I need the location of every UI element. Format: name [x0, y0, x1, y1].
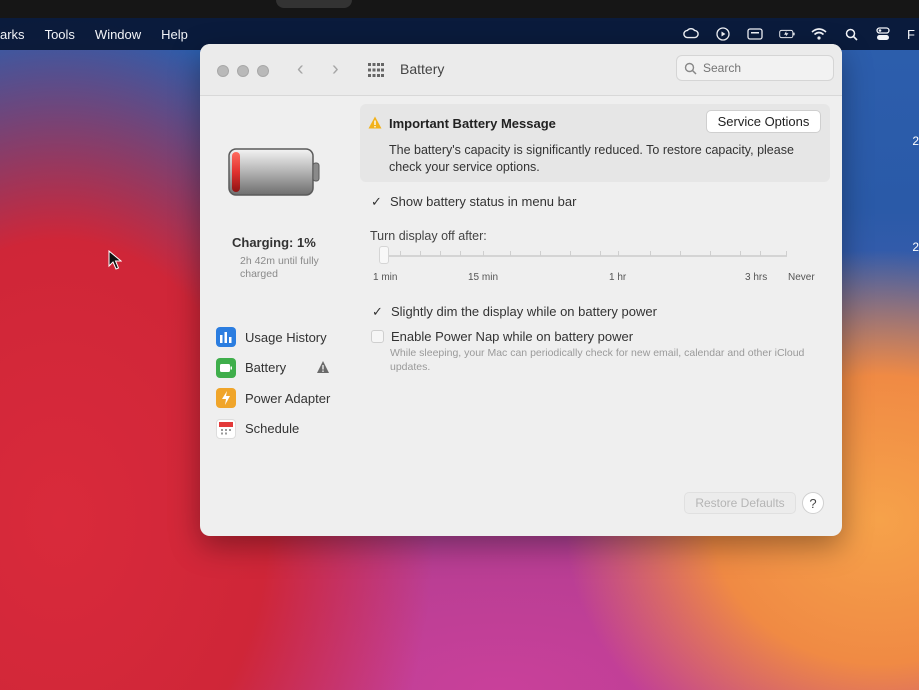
sidebar-item-label: Usage History [245, 329, 327, 345]
slider-tick [680, 251, 681, 256]
sidebar-item-battery[interactable]: Battery [216, 353, 346, 384]
power-nap-row[interactable]: Enable Power Nap while on battery power [371, 329, 633, 344]
play-icon[interactable] [715, 26, 731, 42]
service-options-button[interactable]: Service Options [706, 110, 821, 133]
help-button[interactable]: ? [802, 492, 824, 514]
creative-cloud-icon[interactable] [683, 26, 699, 42]
slider-tick [540, 251, 541, 256]
edge-number: 2 [912, 240, 919, 254]
slider-tick [400, 251, 401, 256]
slider-tick [760, 251, 761, 256]
show-all-grid-icon[interactable] [368, 63, 384, 77]
calendar-icon [216, 418, 236, 439]
sidebar: Usage History Battery Power Adapter Sche… [216, 322, 346, 444]
slider-tick [420, 251, 421, 256]
slider-tick [510, 251, 511, 256]
slider-label-never: Never [788, 272, 815, 283]
sidebar-item-label: Power Adapter [245, 390, 331, 406]
message-title: Important Battery Message [389, 116, 556, 131]
battery-fill [232, 152, 240, 192]
menu-item-help[interactable]: Help [161, 27, 188, 42]
power-nap-label: Enable Power Nap while on battery power [391, 329, 634, 344]
title-bar: ‹ › Battery [200, 44, 842, 96]
wifi-icon[interactable] [811, 26, 827, 42]
charging-status: Charging: 1% [232, 235, 316, 250]
forward-chevron-icon[interactable]: › [332, 58, 339, 81]
menu-item-window[interactable]: Window [95, 27, 141, 42]
spotlight-search-icon[interactable] [843, 26, 859, 42]
search-input[interactable] [703, 61, 823, 75]
sidebar-item-label: Schedule [245, 421, 300, 437]
slider-tick [570, 251, 571, 256]
turn-display-off-label: Turn display off after: [370, 229, 487, 243]
dim-display-label: Slightly dim the display while on batter… [391, 304, 657, 319]
display-menu-icon[interactable] [747, 26, 763, 42]
slider-tick [600, 251, 601, 256]
display-off-slider[interactable] [380, 255, 787, 257]
menu-item-tools[interactable]: Tools [45, 27, 75, 42]
back-chevron-icon[interactable]: ‹ [297, 58, 304, 81]
battery-icon [216, 357, 236, 378]
power-nap-checkbox[interactable] [371, 330, 384, 343]
battery-charging-icon[interactable] [779, 26, 795, 42]
menu-item-bookmarks[interactable]: arks [0, 27, 25, 42]
restore-defaults-button[interactable]: Restore Defaults [684, 492, 796, 514]
slider-label-15-min: 15 min [468, 272, 499, 283]
warning-icon [368, 116, 382, 129]
top-bezel [0, 0, 919, 18]
bar-chart-icon [216, 327, 236, 348]
search-icon [684, 62, 697, 75]
zoom-window-button[interactable] [257, 65, 269, 77]
camera-notch [276, 0, 352, 8]
slider-tick [460, 251, 461, 256]
show-status-label: Show battery status in menu bar [390, 194, 577, 209]
slider-tick [786, 251, 787, 256]
checkmark-icon[interactable]: ✓ [371, 305, 384, 318]
warning-icon [317, 360, 329, 373]
sidebar-item-power-adapter[interactable]: Power Adapter [216, 383, 346, 414]
edge-number: 2 [912, 134, 919, 148]
slider-tick [710, 251, 711, 256]
dim-display-row[interactable]: ✓ Slightly dim the display while on batt… [371, 304, 657, 319]
power-nap-description: While sleeping, your Mac can periodicall… [390, 347, 805, 373]
sidebar-item-schedule[interactable]: Schedule [216, 414, 346, 445]
slider-tick [650, 251, 651, 256]
message-body: The battery's capacity is significantly … [389, 143, 794, 174]
window-title: Battery [400, 61, 445, 77]
slider-label-1-hr: 1 hr [609, 272, 627, 283]
slider-knob[interactable] [379, 246, 389, 264]
search-field[interactable] [676, 55, 834, 81]
minimize-window-button[interactable] [237, 65, 249, 77]
slider-tick [618, 251, 619, 256]
close-window-button[interactable] [217, 65, 229, 77]
mouse-pointer-icon [108, 250, 122, 270]
slider-tick [440, 251, 441, 256]
control-center-icon[interactable] [875, 26, 891, 42]
slider-label-1-min: 1 min [373, 272, 398, 283]
sidebar-item-usage-history[interactable]: Usage History [216, 322, 346, 353]
battery-preferences-window: ‹ › Battery Search Charging: 1% 2h 42m u… [200, 44, 842, 536]
slider-label-3-hrs: 3 hrs [745, 272, 768, 283]
checkmark-icon[interactable]: ✓ [370, 195, 383, 208]
slider-tick [483, 251, 484, 256]
bolt-icon [216, 388, 236, 409]
show-battery-status-row[interactable]: ✓ Show battery status in menu bar [370, 194, 576, 209]
time-until-charged: 2h 42m until fully charged [240, 255, 319, 280]
battery-level-graphic [228, 148, 320, 196]
battery-message-panel: Important Battery Message Service Option… [360, 104, 830, 182]
slider-tick [740, 251, 741, 256]
sidebar-item-label: Battery [245, 360, 287, 376]
menu-bar-trailing-text: F [907, 26, 915, 42]
